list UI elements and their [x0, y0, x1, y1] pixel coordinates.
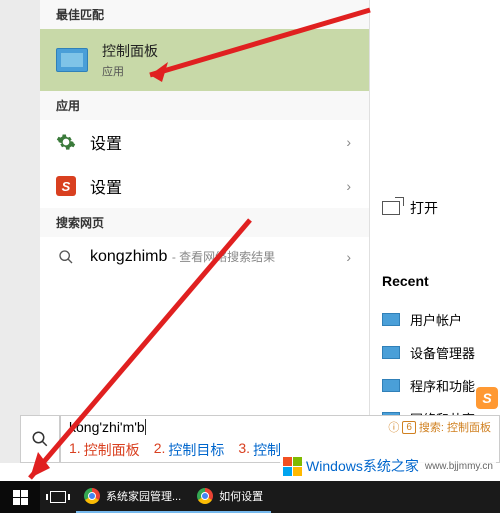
chevron-right-icon: › — [346, 178, 351, 194]
ime-hint-text: 搜索: 控制面板 — [419, 419, 491, 435]
start-button[interactable] — [0, 481, 40, 513]
watermark-url: www.bjjmmy.cn — [425, 461, 493, 472]
search-button[interactable] — [20, 415, 60, 463]
taskbar-label: 系统家园管理... — [106, 488, 181, 504]
section-web: 搜索网页 — [40, 208, 369, 237]
watermark-text: Windows系统之家 — [306, 456, 419, 476]
recent-label: 程序和功能 — [410, 376, 475, 395]
recent-item[interactable]: 程序和功能 — [382, 369, 488, 402]
app-item-label: 设置 — [90, 130, 122, 154]
recent-label: 设备管理器 — [410, 343, 475, 362]
ime-hint-num: 6 — [402, 421, 416, 434]
search-icon — [56, 247, 76, 267]
ime-candidate[interactable]: 2.控制目标 — [154, 440, 225, 460]
sogou-ime-float-icon[interactable]: S — [476, 387, 498, 409]
app-item-label: 设置 — [90, 174, 122, 198]
taskbar-label: 如何设置 — [219, 488, 263, 504]
ime-pinyin: kong'zhi'm'b — [69, 419, 145, 435]
chrome-icon — [197, 488, 213, 504]
best-match-item[interactable]: 控制面板 应用 — [40, 29, 369, 91]
ime-search-hint[interactable]: ⓘ 6 搜索: 控制面板 — [388, 419, 491, 435]
watermark: Windows系统之家 www.bjjmmy.cn — [280, 455, 496, 477]
web-query: kongzhimb — [90, 248, 167, 265]
chevron-right-icon: › — [346, 134, 351, 150]
ime-candidate[interactable]: 3.控制 — [238, 440, 281, 460]
web-search-item[interactable]: kongzhimb - 查看网络搜索结果 › — [40, 237, 369, 277]
windows-icon — [13, 490, 28, 505]
app-item-settings[interactable]: 设置 › — [40, 120, 369, 164]
open-action[interactable]: 打开 — [382, 198, 488, 218]
recent-item[interactable]: 设备管理器 — [382, 336, 488, 369]
task-view-button[interactable] — [40, 481, 76, 513]
best-match-subtitle: 应用 — [102, 63, 158, 79]
chevron-right-icon: › — [346, 249, 351, 265]
recent-heading: Recent — [382, 273, 488, 289]
open-icon — [382, 201, 400, 215]
open-label: 打开 — [410, 198, 438, 218]
control-panel-icon — [56, 48, 88, 72]
taskbar-app[interactable]: 系统家园管理... — [76, 481, 189, 513]
panel-icon — [382, 346, 400, 359]
best-match-title: 控制面板 — [102, 41, 158, 61]
recent-label: 用户帐户 — [410, 310, 462, 329]
panel-icon — [382, 379, 400, 392]
app-item-sogou-settings[interactable]: S 设置 › — [40, 164, 369, 208]
info-icon: ⓘ — [388, 419, 399, 435]
chrome-icon — [84, 488, 100, 504]
windows-logo-icon — [283, 457, 302, 476]
gear-icon — [56, 132, 76, 152]
taskbar: 系统家园管理... 如何设置 — [0, 481, 500, 513]
sogou-icon: S — [56, 176, 76, 196]
section-apps: 应用 — [40, 91, 369, 120]
panel-icon — [382, 313, 400, 326]
ime-candidate[interactable]: 1.控制面板 — [69, 440, 140, 460]
recent-item[interactable]: 用户帐户 — [382, 303, 488, 336]
taskbar-app[interactable]: 如何设置 — [189, 481, 271, 513]
taskview-icon — [50, 491, 66, 503]
web-hint: 查看网络搜索结果 — [179, 250, 275, 264]
search-icon — [31, 430, 49, 448]
section-best-match: 最佳匹配 — [40, 0, 369, 29]
